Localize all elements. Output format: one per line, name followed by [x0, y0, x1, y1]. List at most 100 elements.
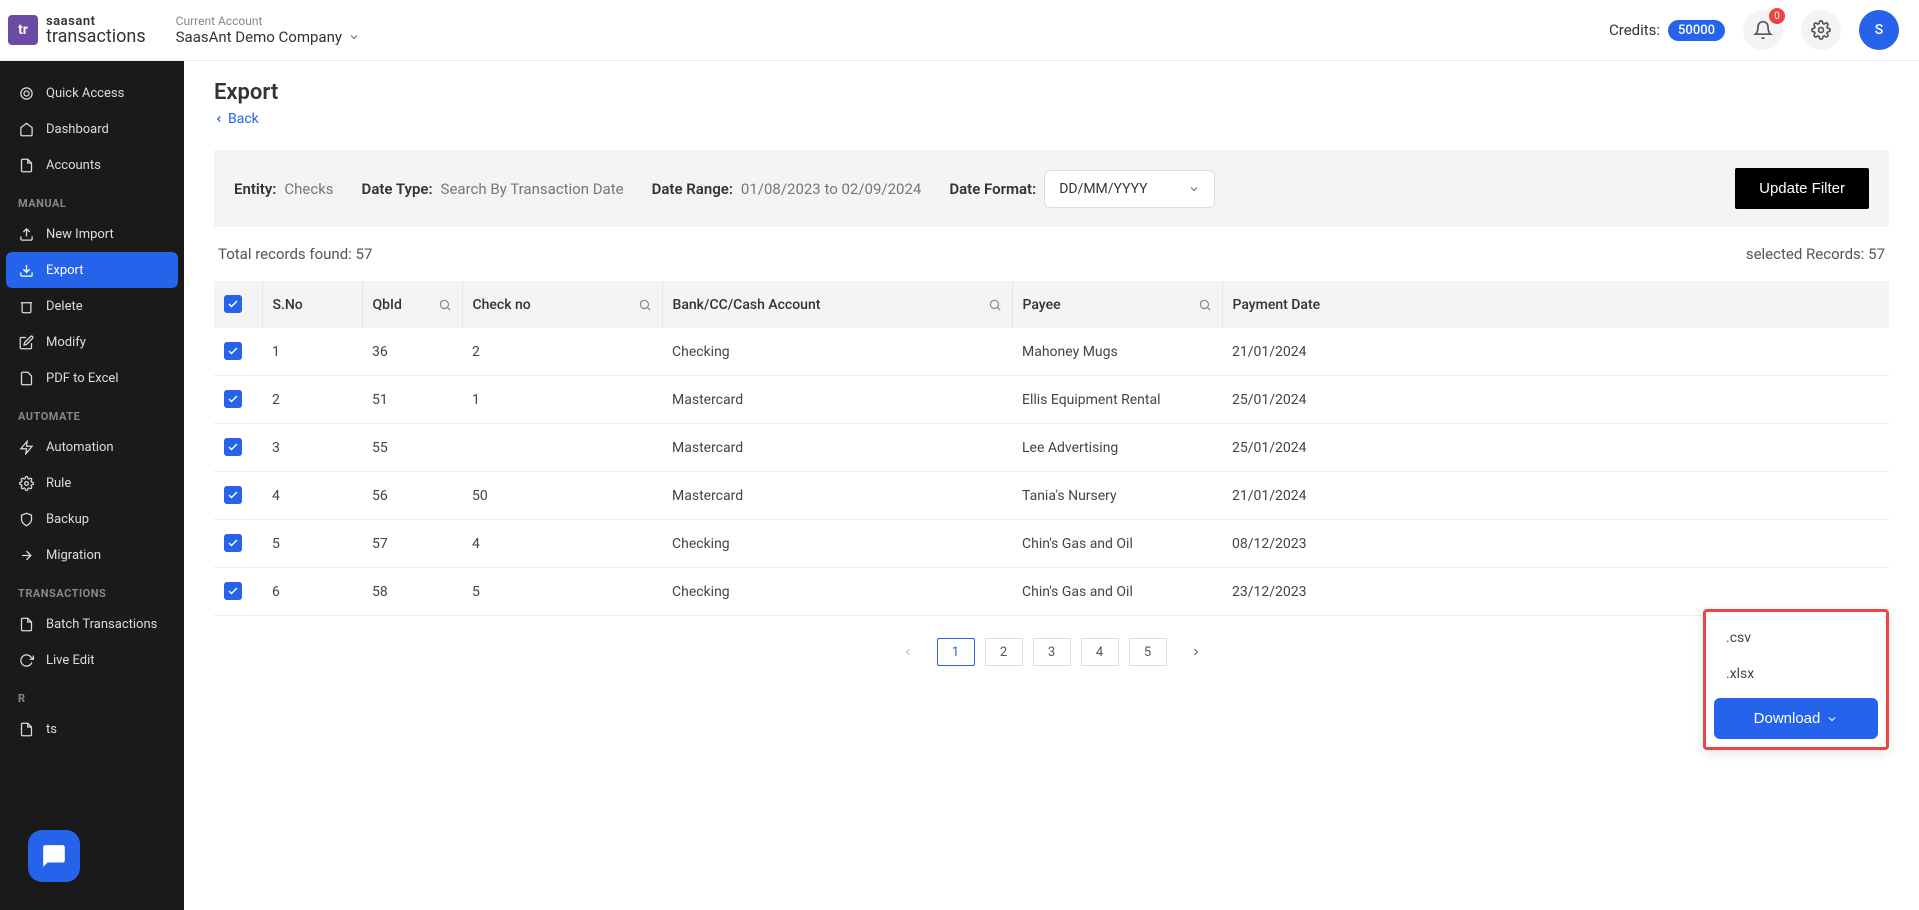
cell-sno: 6: [262, 568, 362, 616]
sidebar-item-delete[interactable]: Delete: [0, 288, 184, 324]
records-summary: Total records found: 57 selected Records…: [218, 245, 1885, 263]
doc-icon: [18, 157, 34, 173]
page-title: Export: [214, 80, 1889, 105]
table-row[interactable]: 5 57 4 Checking Chin's Gas and Oil 08/12…: [214, 520, 1889, 568]
nav-section-manual: MANUAL: [0, 183, 184, 216]
table-row[interactable]: 6 58 5 Checking Chin's Gas and Oil 23/12…: [214, 568, 1889, 616]
chat-icon: [41, 843, 67, 869]
filter-bar: Entity: Checks Date Type: Search By Tran…: [214, 150, 1889, 227]
refresh-icon: [18, 652, 34, 668]
table-row[interactable]: 2 51 1 Mastercard Ellis Equipment Rental…: [214, 376, 1889, 424]
user-avatar[interactable]: S: [1859, 10, 1899, 50]
row-checkbox[interactable]: [224, 342, 242, 360]
col-account: Bank/CC/Cash Account: [662, 281, 1012, 328]
update-filter-button[interactable]: Update Filter: [1735, 168, 1869, 209]
cell-account: Checking: [662, 568, 1012, 616]
col-payee: Payee: [1012, 281, 1222, 328]
sidebar-item-label: Batch Transactions: [46, 617, 157, 632]
sidebar-item-quick-access[interactable]: Quick Access: [0, 75, 184, 111]
gear-icon: [18, 475, 34, 491]
page-1[interactable]: 1: [937, 638, 975, 666]
table-row[interactable]: 1 36 2 Checking Mahoney Mugs 21/01/2024: [214, 328, 1889, 376]
sidebar-item-label: Dashboard: [46, 122, 109, 137]
sidebar-item-new-import[interactable]: New Import: [0, 216, 184, 252]
page-next[interactable]: [1177, 638, 1215, 666]
sidebar-item-label: Accounts: [46, 158, 101, 173]
row-checkbox[interactable]: [224, 534, 242, 552]
cell-qbid: 58: [362, 568, 462, 616]
logo[interactable]: tr saasant transactions: [8, 15, 146, 46]
col-checkno: Check no: [462, 281, 662, 328]
sidebar-item-automation[interactable]: Automation: [0, 429, 184, 465]
sidebar-item-migration[interactable]: Migration: [0, 537, 184, 573]
settings-button[interactable]: [1801, 10, 1841, 50]
notification-count: 0: [1769, 8, 1785, 24]
logo-mark: tr: [8, 15, 38, 45]
page-3[interactable]: 3: [1033, 638, 1071, 666]
cell-checkno: 2: [462, 328, 662, 376]
col-payee-label: Payee: [1023, 297, 1061, 313]
download-icon: [18, 262, 34, 278]
trash-icon: [18, 298, 34, 314]
row-checkbox[interactable]: [224, 390, 242, 408]
page-prev[interactable]: [889, 638, 927, 666]
cell-checkno: 1: [462, 376, 662, 424]
page-4[interactable]: 4: [1081, 638, 1119, 666]
search-checkno-icon[interactable]: [638, 298, 652, 312]
page-2[interactable]: 2: [985, 638, 1023, 666]
search-payee-icon[interactable]: [1198, 298, 1212, 312]
notifications-button[interactable]: 0: [1743, 10, 1783, 50]
row-checkbox[interactable]: [224, 486, 242, 504]
sidebar-item-pdf-to-excel[interactable]: PDF to Excel: [0, 360, 184, 396]
download-csv-option[interactable]: .csv: [1714, 620, 1878, 656]
back-link[interactable]: Back: [214, 111, 259, 127]
sidebar-item-label: Delete: [46, 299, 83, 314]
nav-section-automate: AUTOMATE: [0, 396, 184, 429]
sidebar-item-dashboard[interactable]: Dashboard: [0, 111, 184, 147]
cell-sno: 3: [262, 424, 362, 472]
sidebar-item-ts[interactable]: ts: [0, 711, 184, 747]
dateformat-select[interactable]: DD/MM/YYYY: [1044, 170, 1214, 208]
sidebar-item-backup[interactable]: Backup: [0, 501, 184, 537]
sidebar-item-live-edit[interactable]: Live Edit: [0, 642, 184, 678]
page-5[interactable]: 5: [1129, 638, 1167, 666]
row-checkbox[interactable]: [224, 438, 242, 456]
sidebar-item-label: Migration: [46, 548, 101, 563]
search-account-icon[interactable]: [988, 298, 1002, 312]
chat-fab[interactable]: [28, 830, 80, 882]
topbar-right: Credits: 50000 0 S: [1609, 10, 1899, 50]
chevron-right-icon: [1190, 646, 1202, 658]
col-qbid-label: QbId: [373, 297, 402, 313]
col-account-label: Bank/CC/Cash Account: [673, 297, 821, 313]
account-name: SaasAnt Demo Company: [176, 28, 360, 46]
table-row[interactable]: 4 56 50 Mastercard Tania's Nursery 21/01…: [214, 472, 1889, 520]
sidebar-item-label: Live Edit: [46, 653, 95, 668]
sidebar-item-accounts[interactable]: Accounts: [0, 147, 184, 183]
account-switcher[interactable]: Current Account SaasAnt Demo Company: [176, 14, 360, 46]
filter-daterange-value: 01/08/2023 to 02/09/2024: [741, 180, 921, 198]
search-qbid-icon[interactable]: [438, 298, 452, 312]
sidebar-item-export[interactable]: Export: [6, 252, 178, 288]
sidebar-item-rule[interactable]: Rule: [0, 465, 184, 501]
cell-payee: Chin's Gas and Oil: [1012, 520, 1222, 568]
cell-account: Mastercard: [662, 472, 1012, 520]
select-all-checkbox[interactable]: [224, 295, 242, 313]
sidebar-item-batch-transactions[interactable]: Batch Transactions: [0, 606, 184, 642]
download-xlsx-option[interactable]: .xlsx: [1714, 656, 1878, 692]
chevron-down-icon: [348, 31, 360, 43]
nav-section-reports: R: [0, 678, 184, 711]
sidebar-item-modify[interactable]: Modify: [0, 324, 184, 360]
col-checkno-label: Check no: [473, 297, 531, 313]
filter-daterange-label: Date Range:: [652, 180, 733, 198]
cell-qbid: 36: [362, 328, 462, 376]
chevron-down-icon: [1826, 713, 1838, 725]
table-row[interactable]: 3 55 Mastercard Lee Advertising 25/01/20…: [214, 424, 1889, 472]
gear-icon: [1811, 20, 1831, 40]
cell-qbid: 57: [362, 520, 462, 568]
sidebar-item-label: PDF to Excel: [46, 371, 118, 386]
logo-text: saasant transactions: [46, 15, 146, 46]
account-name-text: SaasAnt Demo Company: [176, 28, 342, 46]
cell-sno: 5: [262, 520, 362, 568]
row-checkbox[interactable]: [224, 582, 242, 600]
download-button[interactable]: Download: [1714, 698, 1878, 739]
